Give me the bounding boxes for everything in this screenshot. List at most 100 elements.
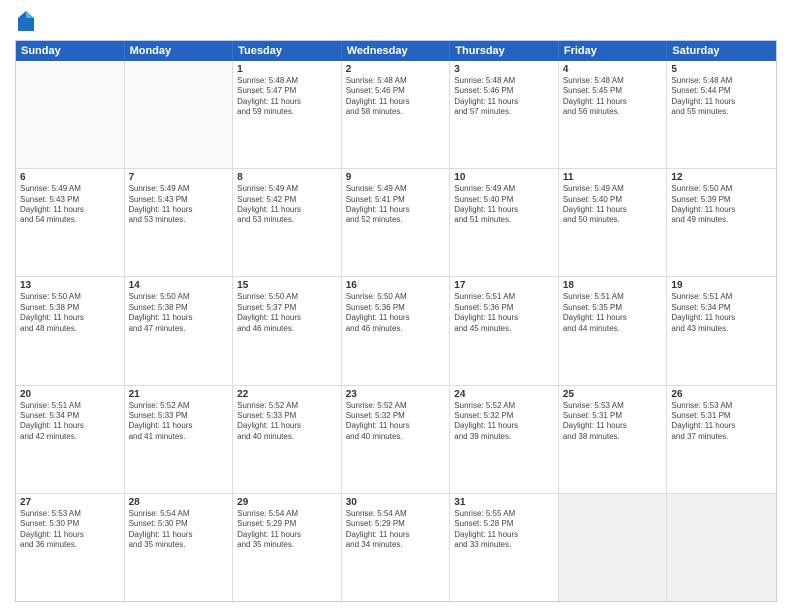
calendar: SundayMondayTuesdayWednesdayThursdayFrid… — [15, 40, 777, 602]
day-number: 22 — [237, 389, 337, 400]
calendar-cell — [16, 61, 125, 168]
day-number: 12 — [671, 172, 772, 183]
calendar-cell: 2Sunrise: 5:48 AMSunset: 5:46 PMDaylight… — [342, 61, 451, 168]
cell-info: Sunrise: 5:50 AMSunset: 5:38 PMDaylight:… — [129, 292, 229, 334]
cell-info: Sunrise: 5:48 AMSunset: 5:46 PMDaylight:… — [346, 76, 446, 118]
page: SundayMondayTuesdayWednesdayThursdayFrid… — [0, 0, 792, 612]
cell-info: Sunrise: 5:48 AMSunset: 5:47 PMDaylight:… — [237, 76, 337, 118]
calendar-header-cell: Saturday — [667, 41, 776, 61]
day-number: 16 — [346, 280, 446, 291]
cell-info: Sunrise: 5:48 AMSunset: 5:44 PMDaylight:… — [671, 76, 772, 118]
calendar-cell: 23Sunrise: 5:52 AMSunset: 5:32 PMDayligh… — [342, 386, 451, 493]
cell-info: Sunrise: 5:49 AMSunset: 5:42 PMDaylight:… — [237, 184, 337, 226]
calendar-cell: 5Sunrise: 5:48 AMSunset: 5:44 PMDaylight… — [667, 61, 776, 168]
day-number: 27 — [20, 497, 120, 508]
calendar-header-cell: Thursday — [450, 41, 559, 61]
calendar-cell: 19Sunrise: 5:51 AMSunset: 5:34 PMDayligh… — [667, 277, 776, 384]
cell-info: Sunrise: 5:52 AMSunset: 5:32 PMDaylight:… — [346, 401, 446, 443]
cell-info: Sunrise: 5:49 AMSunset: 5:40 PMDaylight:… — [563, 184, 663, 226]
day-number: 3 — [454, 64, 554, 75]
day-number: 30 — [346, 497, 446, 508]
calendar-cell: 6Sunrise: 5:49 AMSunset: 5:43 PMDaylight… — [16, 169, 125, 276]
calendar-header-cell: Monday — [125, 41, 234, 61]
day-number: 10 — [454, 172, 554, 183]
day-number: 4 — [563, 64, 663, 75]
calendar-cell: 17Sunrise: 5:51 AMSunset: 5:36 PMDayligh… — [450, 277, 559, 384]
calendar-cell: 11Sunrise: 5:49 AMSunset: 5:40 PMDayligh… — [559, 169, 668, 276]
calendar-row: 20Sunrise: 5:51 AMSunset: 5:34 PMDayligh… — [16, 386, 776, 494]
cell-info: Sunrise: 5:48 AMSunset: 5:45 PMDaylight:… — [563, 76, 663, 118]
day-number: 26 — [671, 389, 772, 400]
calendar-cell: 25Sunrise: 5:53 AMSunset: 5:31 PMDayligh… — [559, 386, 668, 493]
cell-info: Sunrise: 5:51 AMSunset: 5:34 PMDaylight:… — [671, 292, 772, 334]
logo — [15, 10, 37, 32]
cell-info: Sunrise: 5:53 AMSunset: 5:31 PMDaylight:… — [563, 401, 663, 443]
calendar-cell: 8Sunrise: 5:49 AMSunset: 5:42 PMDaylight… — [233, 169, 342, 276]
day-number: 2 — [346, 64, 446, 75]
day-number: 17 — [454, 280, 554, 291]
calendar-cell: 29Sunrise: 5:54 AMSunset: 5:29 PMDayligh… — [233, 494, 342, 601]
cell-info: Sunrise: 5:53 AMSunset: 5:30 PMDaylight:… — [20, 509, 120, 551]
calendar-cell: 4Sunrise: 5:48 AMSunset: 5:45 PMDaylight… — [559, 61, 668, 168]
calendar-cell: 30Sunrise: 5:54 AMSunset: 5:29 PMDayligh… — [342, 494, 451, 601]
calendar-cell — [125, 61, 234, 168]
day-number: 8 — [237, 172, 337, 183]
calendar-cell: 13Sunrise: 5:50 AMSunset: 5:38 PMDayligh… — [16, 277, 125, 384]
calendar-cell — [667, 494, 776, 601]
calendar-cell — [559, 494, 668, 601]
cell-info: Sunrise: 5:51 AMSunset: 5:35 PMDaylight:… — [563, 292, 663, 334]
calendar-cell: 28Sunrise: 5:54 AMSunset: 5:30 PMDayligh… — [125, 494, 234, 601]
calendar-body: 1Sunrise: 5:48 AMSunset: 5:47 PMDaylight… — [16, 61, 776, 601]
calendar-cell: 9Sunrise: 5:49 AMSunset: 5:41 PMDaylight… — [342, 169, 451, 276]
calendar-row: 1Sunrise: 5:48 AMSunset: 5:47 PMDaylight… — [16, 61, 776, 169]
calendar-cell: 31Sunrise: 5:55 AMSunset: 5:28 PMDayligh… — [450, 494, 559, 601]
calendar-cell: 14Sunrise: 5:50 AMSunset: 5:38 PMDayligh… — [125, 277, 234, 384]
cell-info: Sunrise: 5:54 AMSunset: 5:29 PMDaylight:… — [346, 509, 446, 551]
calendar-header-cell: Sunday — [16, 41, 125, 61]
calendar-row: 27Sunrise: 5:53 AMSunset: 5:30 PMDayligh… — [16, 494, 776, 601]
calendar-row: 6Sunrise: 5:49 AMSunset: 5:43 PMDaylight… — [16, 169, 776, 277]
cell-info: Sunrise: 5:52 AMSunset: 5:32 PMDaylight:… — [454, 401, 554, 443]
calendar-cell: 22Sunrise: 5:52 AMSunset: 5:33 PMDayligh… — [233, 386, 342, 493]
cell-info: Sunrise: 5:54 AMSunset: 5:29 PMDaylight:… — [237, 509, 337, 551]
cell-info: Sunrise: 5:50 AMSunset: 5:38 PMDaylight:… — [20, 292, 120, 334]
day-number: 19 — [671, 280, 772, 291]
calendar-cell: 10Sunrise: 5:49 AMSunset: 5:40 PMDayligh… — [450, 169, 559, 276]
cell-info: Sunrise: 5:55 AMSunset: 5:28 PMDaylight:… — [454, 509, 554, 551]
cell-info: Sunrise: 5:51 AMSunset: 5:36 PMDaylight:… — [454, 292, 554, 334]
cell-info: Sunrise: 5:53 AMSunset: 5:31 PMDaylight:… — [671, 401, 772, 443]
cell-info: Sunrise: 5:49 AMSunset: 5:41 PMDaylight:… — [346, 184, 446, 226]
calendar-cell: 20Sunrise: 5:51 AMSunset: 5:34 PMDayligh… — [16, 386, 125, 493]
calendar-cell: 16Sunrise: 5:50 AMSunset: 5:36 PMDayligh… — [342, 277, 451, 384]
cell-info: Sunrise: 5:51 AMSunset: 5:34 PMDaylight:… — [20, 401, 120, 443]
day-number: 24 — [454, 389, 554, 400]
day-number: 9 — [346, 172, 446, 183]
cell-info: Sunrise: 5:50 AMSunset: 5:39 PMDaylight:… — [671, 184, 772, 226]
cell-info: Sunrise: 5:49 AMSunset: 5:43 PMDaylight:… — [129, 184, 229, 226]
calendar-header: SundayMondayTuesdayWednesdayThursdayFrid… — [16, 41, 776, 61]
day-number: 18 — [563, 280, 663, 291]
day-number: 7 — [129, 172, 229, 183]
cell-info: Sunrise: 5:54 AMSunset: 5:30 PMDaylight:… — [129, 509, 229, 551]
calendar-cell: 18Sunrise: 5:51 AMSunset: 5:35 PMDayligh… — [559, 277, 668, 384]
calendar-row: 13Sunrise: 5:50 AMSunset: 5:38 PMDayligh… — [16, 277, 776, 385]
cell-info: Sunrise: 5:50 AMSunset: 5:37 PMDaylight:… — [237, 292, 337, 334]
calendar-cell: 24Sunrise: 5:52 AMSunset: 5:32 PMDayligh… — [450, 386, 559, 493]
day-number: 11 — [563, 172, 663, 183]
day-number: 25 — [563, 389, 663, 400]
calendar-cell: 12Sunrise: 5:50 AMSunset: 5:39 PMDayligh… — [667, 169, 776, 276]
day-number: 15 — [237, 280, 337, 291]
day-number: 23 — [346, 389, 446, 400]
calendar-header-cell: Friday — [559, 41, 668, 61]
day-number: 31 — [454, 497, 554, 508]
logo-icon — [17, 10, 35, 32]
cell-info: Sunrise: 5:49 AMSunset: 5:43 PMDaylight:… — [20, 184, 120, 226]
calendar-cell: 1Sunrise: 5:48 AMSunset: 5:47 PMDaylight… — [233, 61, 342, 168]
day-number: 21 — [129, 389, 229, 400]
day-number: 1 — [237, 64, 337, 75]
calendar-header-cell: Wednesday — [342, 41, 451, 61]
day-number: 29 — [237, 497, 337, 508]
day-number: 20 — [20, 389, 120, 400]
calendar-cell: 21Sunrise: 5:52 AMSunset: 5:33 PMDayligh… — [125, 386, 234, 493]
day-number: 28 — [129, 497, 229, 508]
